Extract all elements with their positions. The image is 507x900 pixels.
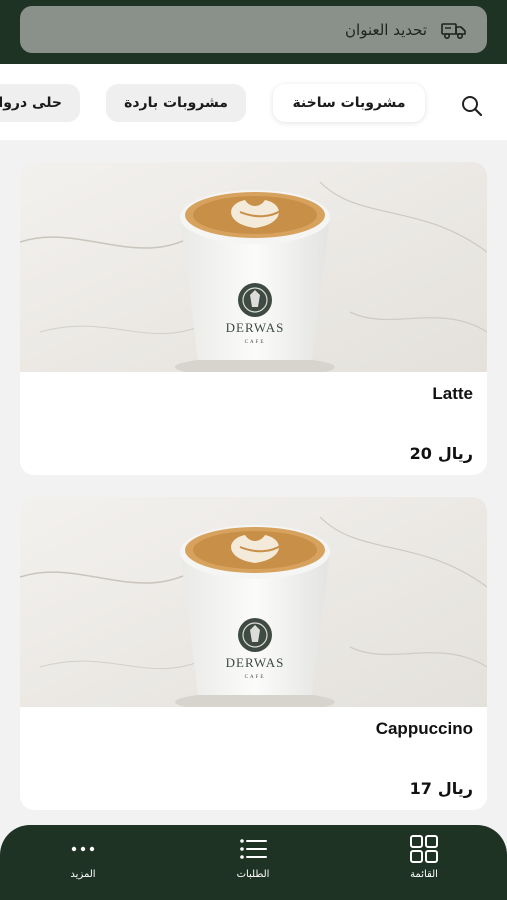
product-image: DERWAS CAFE <box>20 497 487 707</box>
product-price: 17 ريال <box>410 779 473 798</box>
cup-sub-text: CAFE <box>245 675 266 680</box>
price-value: 17 <box>409 779 432 798</box>
nav-menu[interactable]: القائمة <box>384 833 464 893</box>
price-currency: ريال <box>437 444 473 463</box>
product-name: Cappuccino <box>375 719 473 738</box>
nav-menu-label: القائمة <box>410 869 438 880</box>
price-currency: ريال <box>437 779 473 798</box>
price-value: 20 <box>409 444 432 463</box>
tab-label: مشروبات باردة <box>124 95 228 111</box>
delivery-truck-icon <box>441 22 466 39</box>
grid-icon <box>410 835 438 863</box>
cup-brand-text: DERWAS <box>226 320 285 335</box>
product-image: DERWAS CAFE <box>20 162 487 372</box>
list-icon <box>240 839 267 859</box>
nav-orders[interactable]: الطلبات <box>213 833 293 893</box>
nav-orders-label: الطلبات <box>236 869 270 880</box>
cup-brand-text: DERWAS <box>226 655 285 670</box>
product-card[interactable]: DERWAS CAFE Cappuccino 17 ريال <box>20 497 487 810</box>
set-address-button[interactable]: تحديد العنوان <box>20 6 487 53</box>
category-tabs: مشروبات ساخنة مشروبات باردة حلى درواس <box>0 84 507 122</box>
product-card[interactable]: DERWAS CAFE Latte 20 ريال <box>20 162 487 475</box>
product-price: 20 ريال <box>410 444 473 463</box>
nav-more[interactable]: المزيد <box>43 833 123 893</box>
cup-sub-text: CAFE <box>245 340 266 345</box>
tab-hot-drinks[interactable]: مشروبات ساخنة <box>273 84 425 122</box>
top-bar: تحديد العنوان <box>0 0 507 64</box>
product-list: DERWAS CAFE Latte 20 ريال DERWAS CAFE Ca… <box>0 140 507 825</box>
product-name: Latte <box>432 384 473 403</box>
search-icon[interactable] <box>458 92 486 120</box>
nav-more-label: المزيد <box>70 869 96 880</box>
address-label: تحديد العنوان <box>345 20 427 39</box>
tab-desserts[interactable]: حلى درواس <box>0 84 80 122</box>
tab-label: حلى درواس <box>0 95 62 111</box>
more-dots-icon <box>71 846 95 852</box>
tab-label: مشروبات ساخنة <box>292 95 406 111</box>
tab-cold-drinks[interactable]: مشروبات باردة <box>106 84 246 122</box>
bottom-nav: القائمة الطلبات المزيد <box>0 825 507 900</box>
